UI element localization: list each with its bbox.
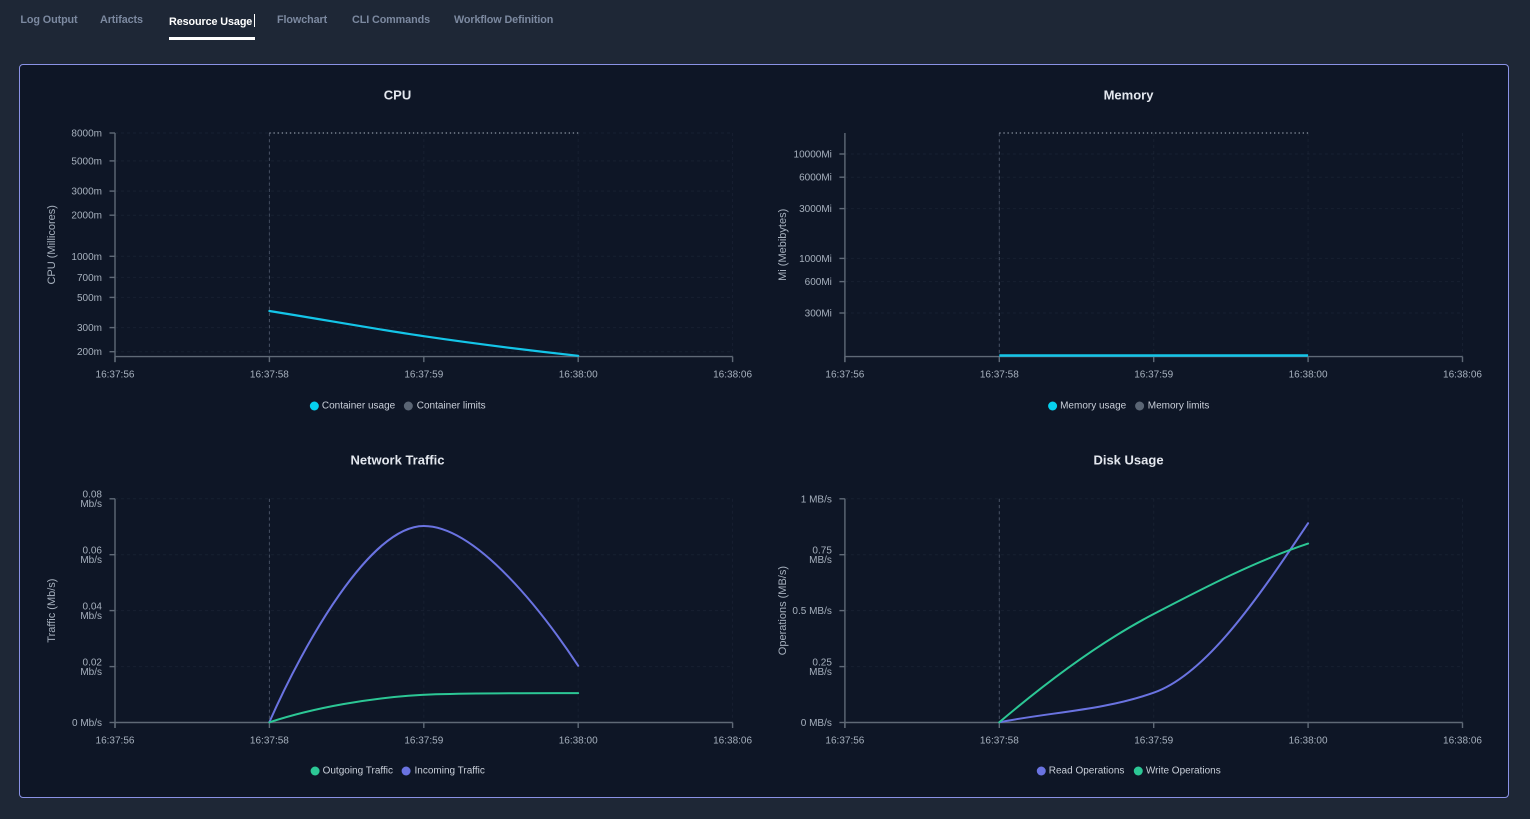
svg-text:16:37:56: 16:37:56 bbox=[825, 736, 864, 747]
svg-text:5000m: 5000m bbox=[71, 156, 102, 167]
svg-text:16:38:06: 16:38:06 bbox=[1443, 736, 1482, 747]
svg-text:700m: 700m bbox=[77, 273, 102, 284]
svg-text:16:37:58: 16:37:58 bbox=[980, 370, 1019, 381]
svg-text:16:37:58: 16:37:58 bbox=[250, 370, 289, 381]
svg-text:16:38:00: 16:38:00 bbox=[559, 370, 598, 381]
svg-text:16:37:58: 16:37:58 bbox=[250, 736, 289, 747]
svg-text:16:37:59: 16:37:59 bbox=[404, 736, 443, 747]
svg-text:16:38:00: 16:38:00 bbox=[1289, 370, 1328, 381]
svg-text:300Mi: 300Mi bbox=[805, 309, 832, 320]
svg-text:6000Mi: 6000Mi bbox=[799, 173, 832, 184]
svg-text:16:37:58: 16:37:58 bbox=[980, 736, 1019, 747]
svg-text:Operations (MB/s): Operations (MB/s) bbox=[777, 566, 789, 655]
svg-text:16:37:59: 16:37:59 bbox=[1134, 736, 1173, 747]
svg-text:16:38:06: 16:38:06 bbox=[713, 370, 752, 381]
svg-text:16:38:00: 16:38:00 bbox=[1289, 736, 1328, 747]
svg-text:16:37:59: 16:37:59 bbox=[404, 370, 443, 381]
svg-text:200m: 200m bbox=[77, 347, 102, 358]
svg-text:16:38:06: 16:38:06 bbox=[1443, 370, 1482, 381]
svg-text:16:37:59: 16:37:59 bbox=[1134, 370, 1173, 381]
svg-text:Mb/s: Mb/s bbox=[80, 555, 102, 566]
svg-text:3000Mi: 3000Mi bbox=[799, 204, 832, 215]
svg-text:MB/s: MB/s bbox=[809, 555, 832, 566]
svg-text:1000m: 1000m bbox=[71, 252, 102, 263]
svg-text:16:37:56: 16:37:56 bbox=[96, 736, 135, 747]
svg-text:MB/s: MB/s bbox=[809, 667, 832, 678]
svg-text:16:38:00: 16:38:00 bbox=[559, 736, 598, 747]
svg-text:Mb/s: Mb/s bbox=[80, 667, 102, 678]
svg-text:0 Mb/s: 0 Mb/s bbox=[72, 718, 102, 729]
svg-text:Mb/s: Mb/s bbox=[80, 499, 102, 510]
svg-text:Traffic (Mb/s): Traffic (Mb/s) bbox=[46, 579, 58, 643]
svg-text:0.5 MB/s: 0.5 MB/s bbox=[792, 606, 831, 617]
svg-text:500m: 500m bbox=[77, 293, 102, 304]
svg-text:Mb/s: Mb/s bbox=[80, 611, 102, 622]
svg-text:8000m: 8000m bbox=[71, 129, 102, 140]
svg-text:0 MB/s: 0 MB/s bbox=[801, 718, 832, 729]
svg-text:Mi (Mebibytes): Mi (Mebibytes) bbox=[777, 209, 789, 281]
svg-text:1 MB/s: 1 MB/s bbox=[801, 494, 832, 505]
svg-text:300m: 300m bbox=[77, 323, 102, 334]
svg-text:16:37:56: 16:37:56 bbox=[825, 370, 864, 381]
svg-text:CPU (Millicores): CPU (Millicores) bbox=[46, 205, 58, 284]
svg-text:16:38:06: 16:38:06 bbox=[713, 736, 752, 747]
svg-text:1000Mi: 1000Mi bbox=[799, 254, 832, 265]
svg-text:16:37:56: 16:37:56 bbox=[96, 370, 135, 381]
svg-text:3000m: 3000m bbox=[71, 187, 102, 198]
svg-text:600Mi: 600Mi bbox=[805, 277, 832, 288]
svg-text:2000m: 2000m bbox=[71, 211, 102, 222]
svg-text:10000Mi: 10000Mi bbox=[794, 150, 832, 161]
